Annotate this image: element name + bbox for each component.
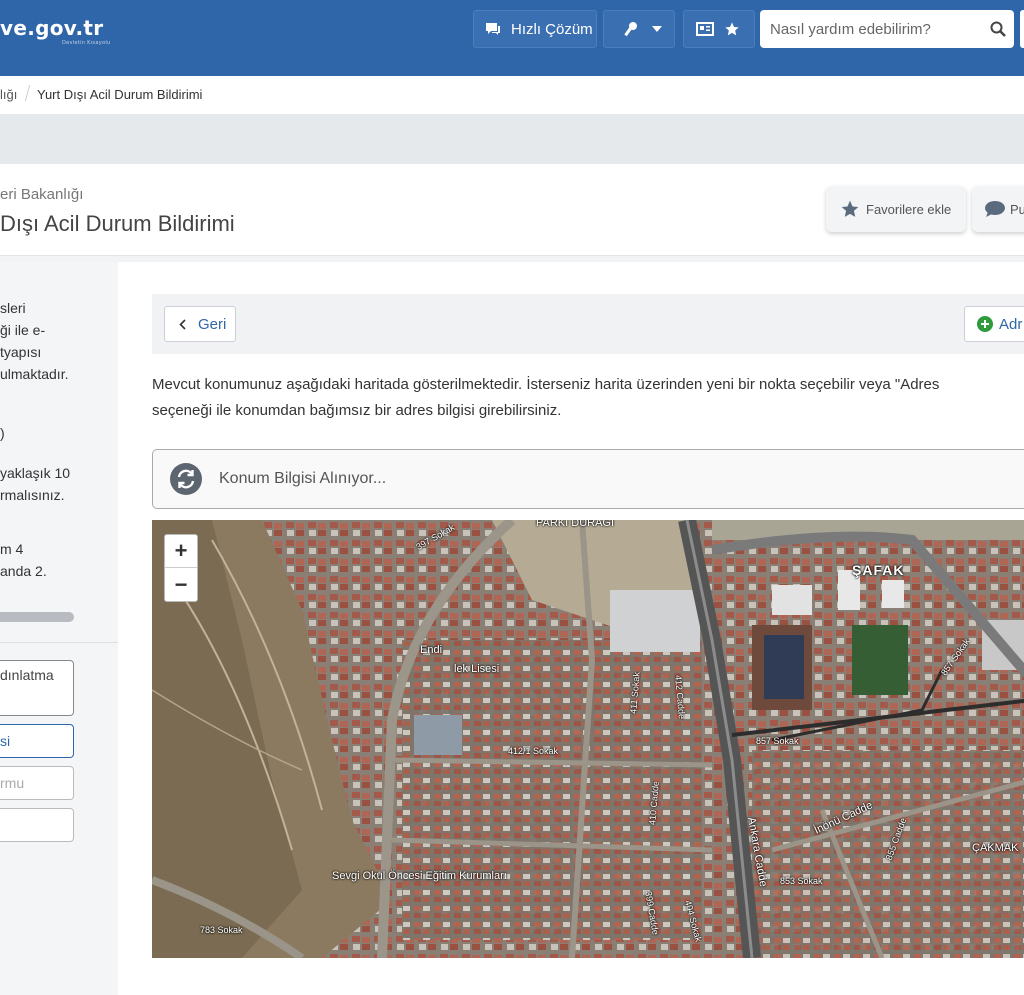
map-label: 853 Sokak [780, 876, 823, 886]
sidebar-step-counter: m 4 anda 2. [0, 538, 47, 582]
id-card-icon [696, 22, 714, 36]
search-icon[interactable] [990, 21, 1006, 37]
step-progress-bar [0, 612, 74, 622]
location-status-box: Konum Bilgisi Alınıyor... [152, 449, 1024, 509]
map-label: 412/1 Sokak [508, 746, 559, 756]
chevron-down-icon [652, 26, 662, 32]
sidebar-duration-text: yaklaşık 10 rmalısınız. [0, 462, 70, 506]
sidebar-text-line: tyapısı [0, 344, 42, 360]
description-line: seçeneği ile konumdan bağımsız bir adres… [152, 402, 562, 419]
refresh-icon[interactable] [169, 462, 203, 496]
description-line: Mevcut konumunuz aşağıdaki haritada göst… [152, 376, 940, 393]
location-map[interactable]: + − PARKI DURAĞI ŞAFAK ÇAKMAK Sevgi Okul… [152, 520, 1024, 958]
id-card-favorites-button[interactable] [683, 10, 755, 48]
sidebar-text-line: rmalısınız. [0, 487, 65, 503]
breadcrumb-separator [24, 85, 31, 101]
sidebar-duration-heading: ) [0, 425, 5, 441]
map-label: PARKI DURAĞI [536, 520, 615, 529]
sidebar-text-line: ği ile e- [0, 322, 46, 338]
step-item-1[interactable]: dınlatma [0, 660, 74, 716]
map-label: Sevgi Okul Öncesi Eğitim Kurumları [332, 870, 507, 882]
breadcrumb-item-ministry[interactable]: lığı [0, 87, 17, 102]
form-toolbar: Geri Adr [152, 294, 1024, 354]
enter-address-label: Adr [999, 315, 1023, 333]
breadcrumb-item-current: Yurt Dışı Acil Durum Bildirimi [37, 87, 203, 102]
back-label: Geri [198, 315, 227, 333]
map-zoom-control: + − [164, 534, 198, 602]
sidebar-text-line: sleri [0, 300, 26, 316]
chevron-left-icon [179, 318, 186, 330]
sidebar-text-line: m 4 [0, 541, 24, 557]
logo-text: ve.gov.tr [0, 16, 104, 40]
info-sidebar: sleri ği ile e- tyapısı ulmaktadır. ) ya… [0, 262, 118, 995]
grey-band [0, 114, 1024, 164]
header-edge-button[interactable] [1020, 10, 1024, 48]
zoom-in-button[interactable]: + [165, 535, 197, 568]
add-favorite-label: Favorilere ekle [866, 201, 952, 217]
quick-solution-button[interactable]: Hızlı Çözüm [473, 10, 597, 48]
enter-address-button[interactable]: Adr [964, 306, 1024, 342]
logo-tagline: Devletin Kısayolu [62, 40, 111, 46]
rate-button[interactable]: Pu [972, 186, 1024, 232]
step-item-3[interactable]: rmu [0, 766, 74, 800]
site-logo[interactable]: ve.gov.tr Devletin Kısayolu [0, 16, 110, 46]
star-icon [725, 22, 739, 36]
main-content: Geri Adr Mevcut konumunuz aşağıdaki hari… [118, 262, 1024, 995]
sidebar-text-line: yaklaşık 10 [0, 465, 71, 481]
rate-label: Pu [1010, 201, 1024, 217]
map-label: 857 Sokak [756, 736, 799, 746]
sidebar-divider [0, 642, 118, 643]
key-icon [624, 22, 637, 37]
page-title: Dışı Acil Durum Bildirimi [0, 211, 235, 236]
sidebar-text-line: ulmaktadır. [0, 366, 69, 382]
login-menu-button[interactable] [603, 10, 675, 48]
map-label: lek Lisesi [454, 663, 500, 675]
map-label: ÇAKMAK [972, 842, 1019, 854]
zoom-out-button[interactable]: − [165, 568, 197, 601]
search-input[interactable] [770, 20, 980, 38]
map-label: ŞAFAK [852, 562, 905, 578]
sidebar-info-paragraph: sleri ği ile e- tyapısı ulmaktadır. [0, 297, 68, 385]
search-box [760, 10, 1014, 48]
speech-bubble-icon [985, 201, 1005, 217]
breadcrumb: lığı Yurt Dışı Acil Durum Bildirimi [0, 76, 1024, 114]
add-favorite-button[interactable]: Favorilere ekle [826, 186, 966, 232]
back-button[interactable]: Geri [164, 306, 236, 342]
location-status-text: Konum Bilgisi Alınıyor... [219, 470, 387, 487]
star-icon [841, 200, 859, 217]
sidebar-text-line: anda 2. [0, 563, 47, 579]
top-header: ve.gov.tr Devletin Kısayolu Hızlı Çözüm [0, 0, 1024, 76]
step-item-2-active[interactable]: si [0, 724, 74, 758]
satellite-imagery [152, 520, 1024, 958]
map-label: Endi [420, 644, 443, 656]
chat-icon [486, 23, 500, 35]
ministry-name[interactable]: eri Bakanlığı [0, 186, 83, 203]
service-title-card: eri Bakanlığı Dışı Acil Durum Bildirimi … [0, 164, 1024, 256]
step-label: dınlatma [0, 667, 54, 683]
quick-solution-label: Hızlı Çözüm [511, 20, 593, 38]
map-label: 783 Sokak [200, 925, 243, 935]
plus-circle-icon [977, 316, 993, 332]
location-description: Mevcut konumunuz aşağıdaki haritada göst… [152, 372, 1024, 424]
step-item-4[interactable] [0, 808, 74, 842]
